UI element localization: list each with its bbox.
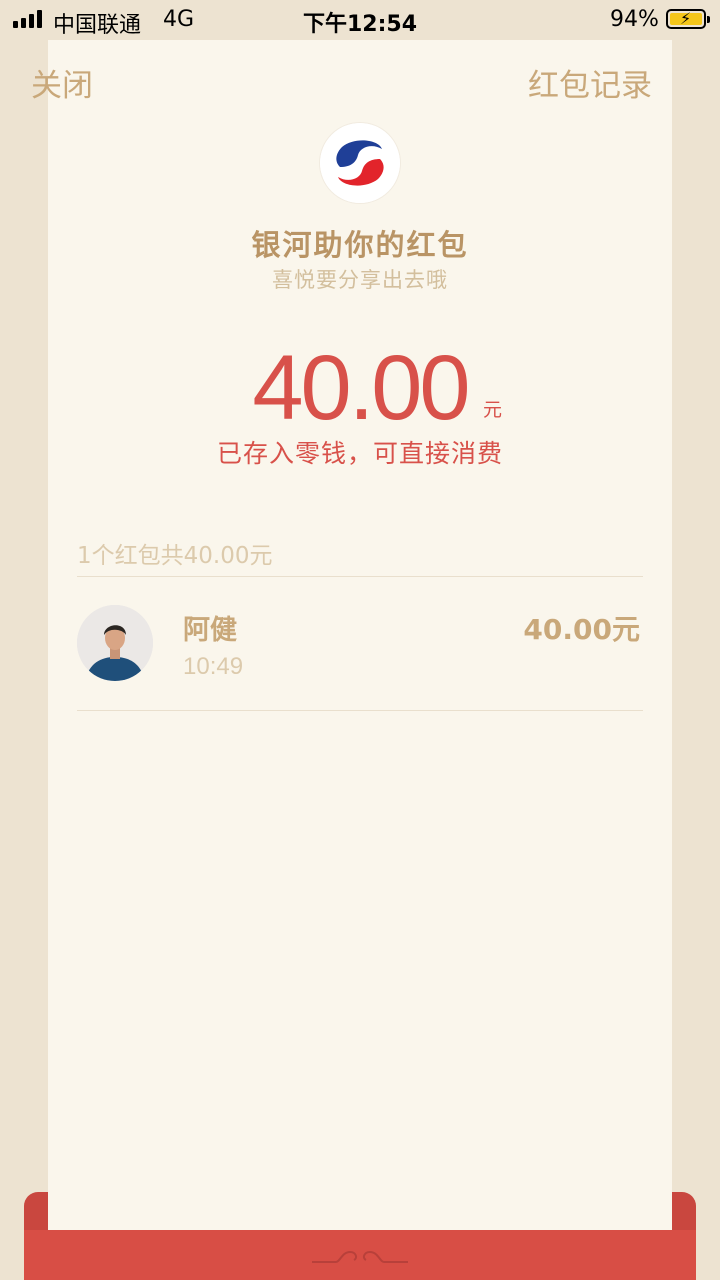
red-packet-records-button[interactable]: 红包记录	[528, 60, 652, 105]
packet-summary: 1个红包共40.00元	[77, 543, 273, 569]
packet-subtitle: 喜悦要分享出去哦	[272, 268, 448, 292]
battery-icon: ⚡	[666, 9, 710, 29]
amount-unit: 元	[483, 399, 503, 421]
fold-icon	[312, 1250, 408, 1263]
sender-amount: 40.00元	[523, 613, 640, 646]
card-bottom	[48, 1192, 672, 1230]
sender-time: 10:49	[183, 653, 244, 680]
amount-value: 40.00	[252, 337, 470, 439]
packet-amount: 40.00	[0, 336, 720, 441]
divider	[77, 710, 643, 711]
status-bar: 中国联通 4G 下午12:54 94% ⚡	[0, 0, 720, 40]
sender-logo	[320, 123, 400, 203]
close-button[interactable]: 关闭	[31, 60, 93, 105]
sender-name: 阿健	[183, 615, 237, 646]
deposit-note-link[interactable]: 已存入零钱，可直接消费	[0, 434, 720, 470]
battery-percent: 94%	[610, 7, 659, 32]
avatar[interactable]	[77, 605, 153, 681]
divider	[77, 576, 643, 577]
packet-title: 银河助你的红包	[251, 228, 469, 262]
